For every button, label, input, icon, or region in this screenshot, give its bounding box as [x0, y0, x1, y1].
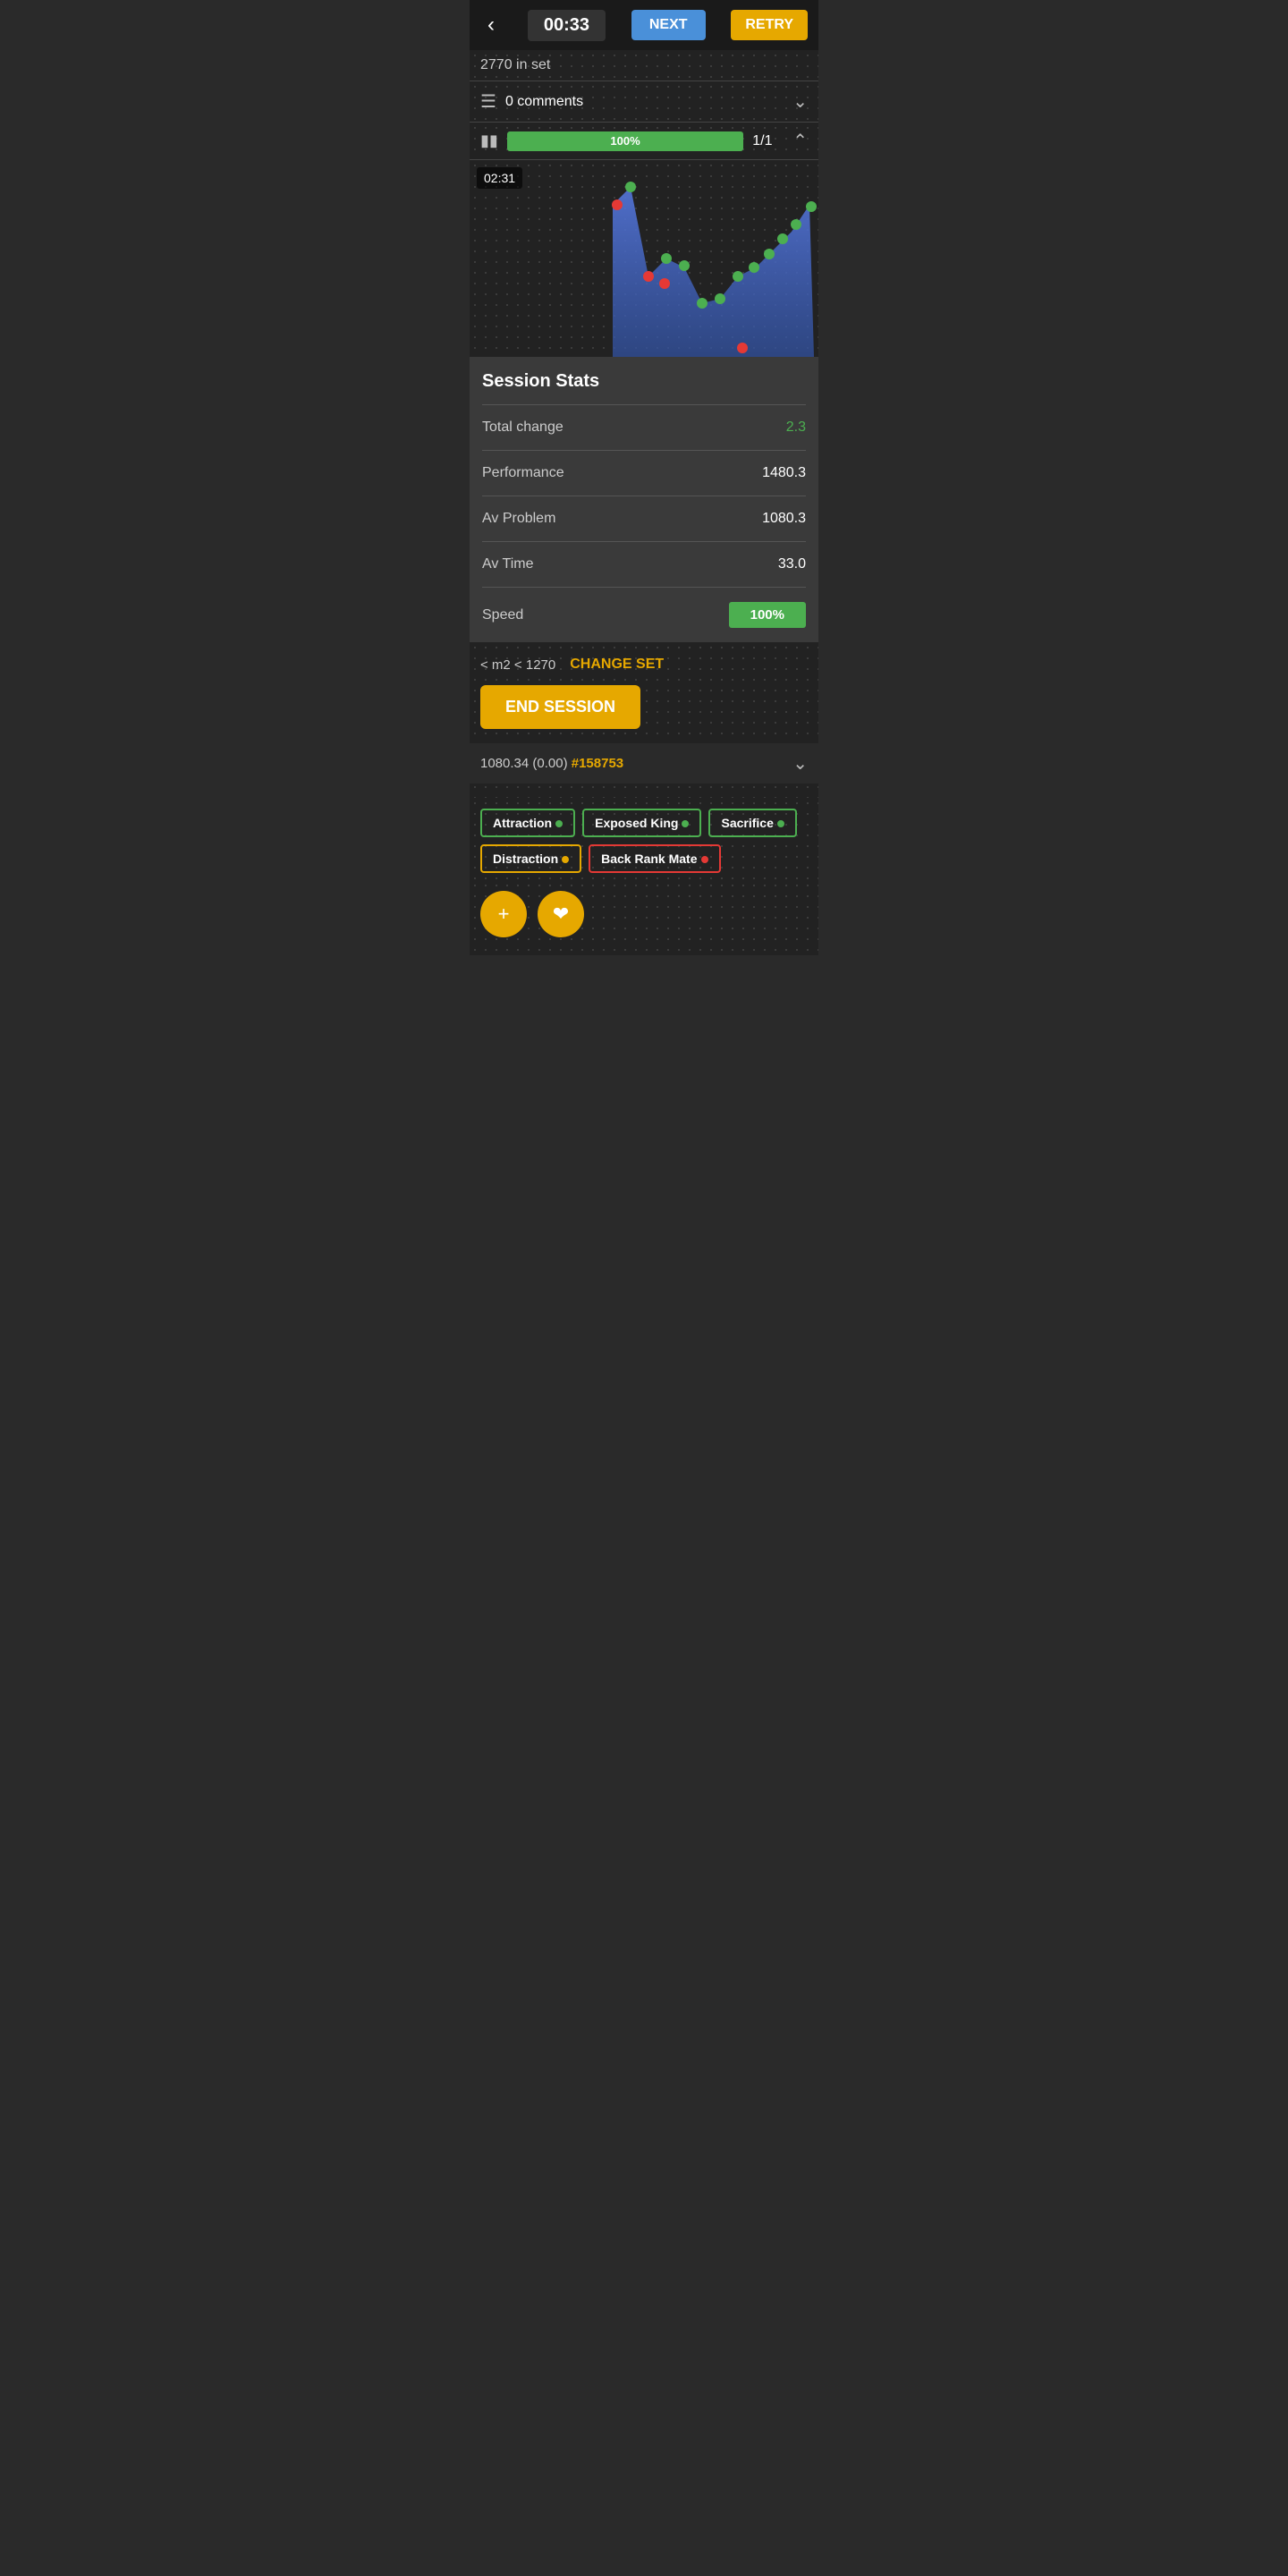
tag-dot-distraction — [562, 856, 569, 863]
stats-section: Session Stats Total change 2.3 Performan… — [470, 357, 818, 642]
problem-info-row[interactable]: 1080.34 (0.00) #158753 ⌄ — [470, 743, 818, 784]
tag-attraction[interactable]: Attraction — [480, 809, 575, 837]
next-button[interactable]: NEXT — [631, 10, 706, 40]
progress-bar-fill: 100% — [507, 131, 743, 151]
tag-sacrifice[interactable]: Sacrifice — [708, 809, 796, 837]
progress-bar-container: 100% — [507, 131, 743, 151]
chart-area: 02:31 — [470, 160, 818, 357]
stat-value-av-problem: 1080.3 — [762, 511, 806, 527]
set-info-text: < m2 < 1270 — [480, 657, 555, 673]
add-icon: + — [498, 902, 510, 926]
stat-row-av-time: Av Time 33.0 — [482, 541, 806, 587]
tags-section: Attraction Exposed King Sacrifice Distra… — [470, 798, 818, 880]
bottom-section: < m2 < 1270 CHANGE SET END SESSION 1080.… — [470, 642, 818, 798]
tag-exposed-king[interactable]: Exposed King — [582, 809, 701, 837]
comments-left: ☰ 0 comments — [480, 90, 583, 113]
stat-label-speed: Speed — [482, 607, 523, 623]
tag-back-rank-mate[interactable]: Back Rank Mate — [589, 844, 720, 873]
header: ‹ 00:33 NEXT RETRY — [470, 0, 818, 50]
stat-value-performance: 1480.3 — [762, 465, 806, 481]
stat-label-av-problem: Av Problem — [482, 511, 555, 527]
speed-bar: 100% — [729, 602, 806, 628]
tag-fab-button[interactable]: ❤ — [538, 891, 584, 937]
stat-row-av-problem: Av Problem 1080.3 — [482, 496, 806, 541]
stat-label-performance: Performance — [482, 465, 564, 481]
tag-dot-sacrifice — [777, 820, 784, 827]
tag-icon: ❤ — [553, 902, 569, 926]
change-set-button[interactable]: CHANGE SET — [570, 657, 664, 673]
timer-display: 00:33 — [528, 10, 606, 41]
performance-chart — [470, 160, 818, 357]
tag-distraction[interactable]: Distraction — [480, 844, 581, 873]
stat-label-av-time: Av Time — [482, 556, 534, 572]
tag-dot-exposed-king — [682, 820, 689, 827]
stat-row-speed: Speed 100% — [482, 587, 806, 642]
fab-row: + ❤ — [470, 880, 818, 955]
stats-title: Session Stats — [482, 371, 806, 392]
add-fab-button[interactable]: + — [480, 891, 527, 937]
stat-label-total-change: Total change — [482, 419, 564, 436]
stat-value-av-time: 33.0 — [778, 556, 806, 572]
count-in-set: 2770 in set — [470, 50, 818, 80]
tag-dot-attraction — [555, 820, 563, 827]
problem-link[interactable]: #158753 — [572, 756, 623, 771]
progress-section: ▮▮ 100% 1/1 ⌃ — [470, 123, 818, 160]
end-session-button[interactable]: END SESSION — [480, 685, 640, 729]
problem-score: 1080.34 (0.00) — [480, 756, 568, 771]
comments-chevron-icon: ⌄ — [792, 90, 808, 113]
chart-bar-icon: ▮▮ — [480, 131, 498, 150]
problem-info-left: 1080.34 (0.00) #158753 — [480, 756, 623, 771]
stat-row-performance: Performance 1480.3 — [482, 450, 806, 496]
problem-info-chevron-icon: ⌄ — [792, 752, 808, 775]
progress-fraction: 1/1 — [752, 133, 784, 149]
set-info-row: < m2 < 1270 CHANGE SET — [480, 657, 808, 673]
retry-button[interactable]: RETRY — [731, 10, 808, 40]
back-button[interactable]: ‹ — [480, 9, 502, 41]
comments-count: 0 comments — [505, 94, 583, 110]
tag-dot-back-rank-mate — [701, 856, 708, 863]
stat-value-total-change: 2.3 — [786, 419, 806, 436]
comments-bar[interactable]: ☰ 0 comments ⌄ — [470, 80, 818, 123]
chart-time-label: 02:31 — [477, 167, 522, 189]
stat-row-total-change: Total change 2.3 — [482, 404, 806, 450]
comment-icon: ☰ — [480, 90, 496, 113]
progress-chevron-icon[interactable]: ⌃ — [792, 130, 808, 152]
